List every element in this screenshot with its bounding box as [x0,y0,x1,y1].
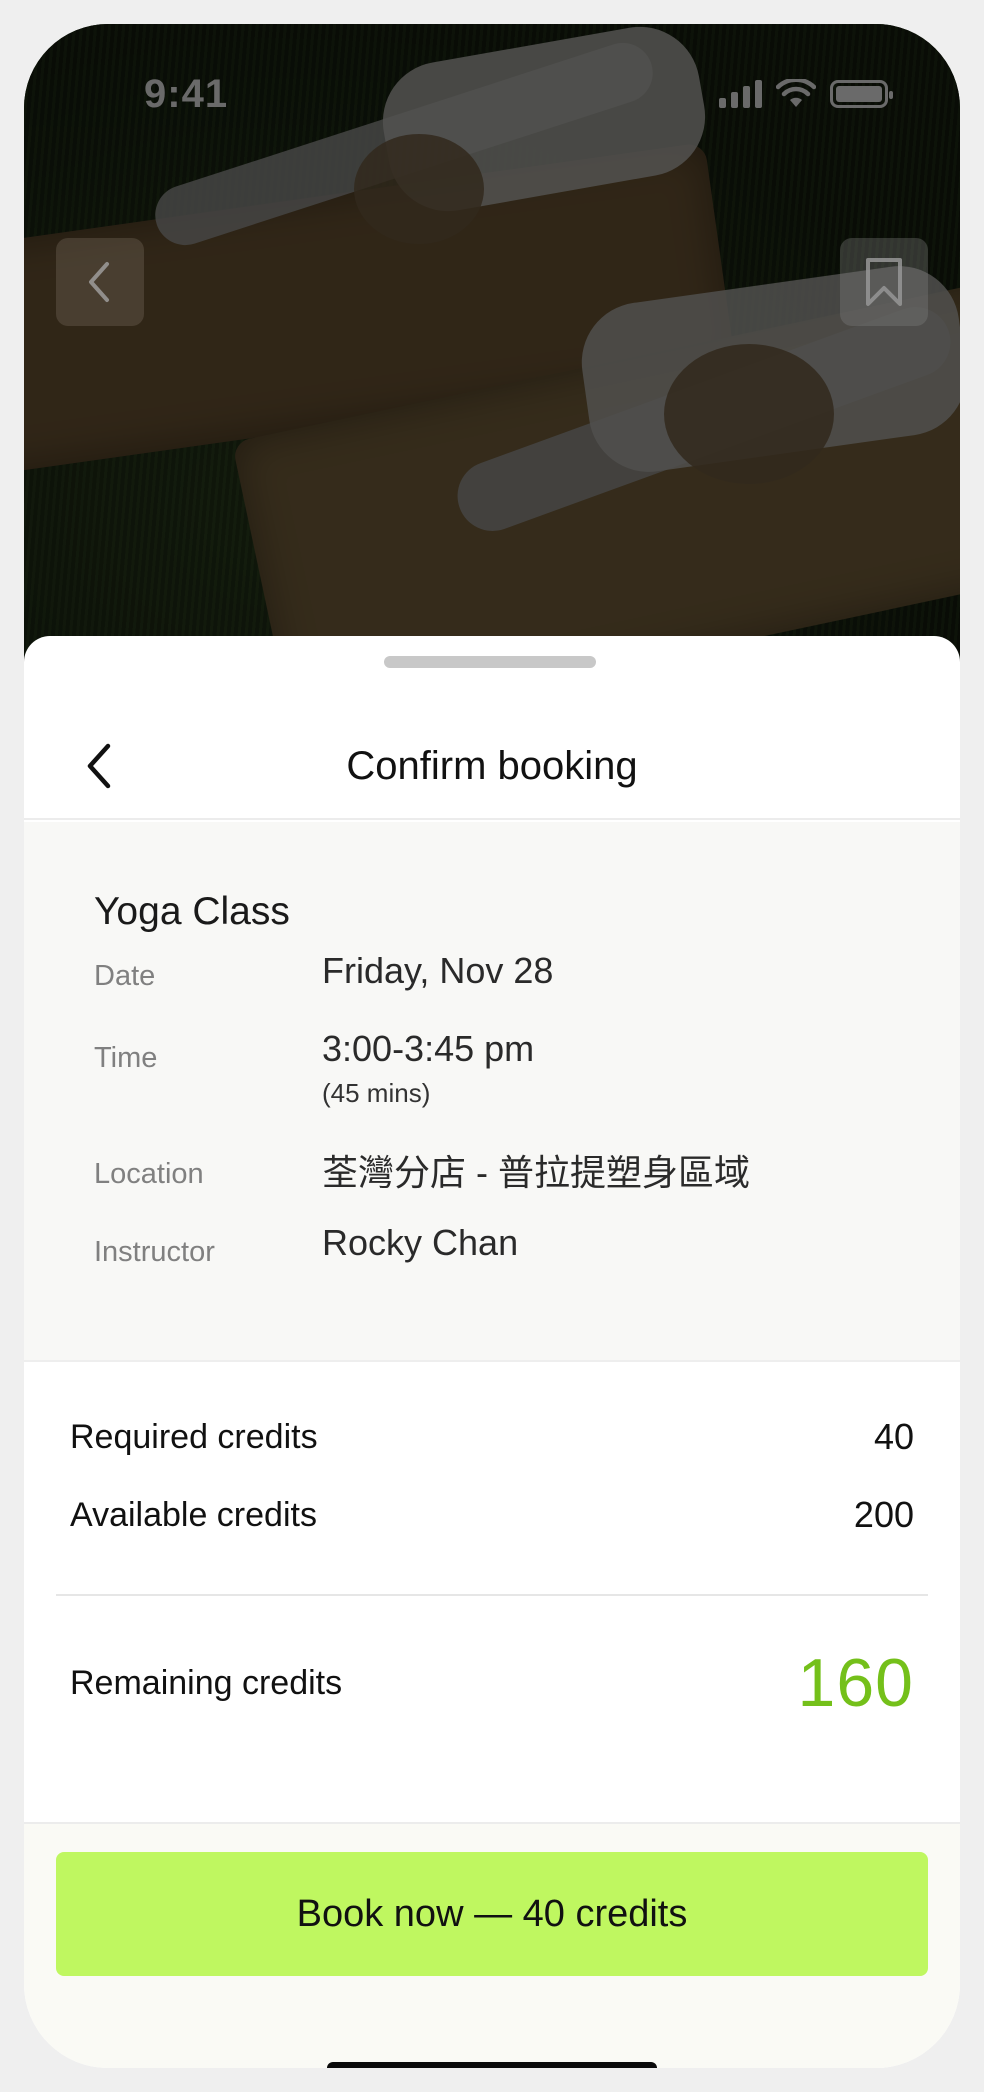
required-credits-value: 40 [873,1416,914,1457]
home-indicator[interactable] [327,2062,657,2068]
required-credits-label: Required credits [70,1417,318,1456]
phone-screen: 9:41 Confirm booking Yoga Class Date Fri… [24,24,960,2068]
available-credits-value: 200 [853,1494,914,1535]
hero-back-button[interactable] [56,238,144,326]
detail-label: Time [94,1042,158,1074]
wifi-icon [776,79,816,107]
remaining-credits-value: 160 [797,1645,914,1721]
class-name: Yoga Class [94,890,290,933]
detail-value: 3:00-3:45 pm [322,1028,535,1069]
battery-icon [830,80,893,108]
detail-label: Date [94,960,156,992]
book-now-button[interactable]: Book now — 40 credits [56,1852,928,1976]
sheet-header: Confirm booking [24,704,960,820]
divider [56,1594,928,1596]
status-time: 9:41 [144,71,229,116]
detail-value: Rocky Chan [322,1222,519,1263]
bookmark-icon [866,258,902,306]
required-credits-row: Required credits 40 [70,1416,914,1458]
remaining-credits-row: Remaining credits 160 [70,1644,914,1722]
detail-value: Friday, Nov 28 [322,950,554,991]
class-hero-photo: 9:41 [24,24,960,714]
remaining-credits-label: Remaining credits [70,1663,343,1702]
detail-label: Location [94,1158,204,1190]
chevron-left-icon [89,262,109,302]
status-bar: 9:41 [24,24,960,164]
device-frame: 9:41 Confirm booking Yoga Class Date Fri… [0,0,984,2092]
status-icons [719,79,893,109]
available-credits-label: Available credits [70,1495,317,1534]
cellular-signal-icon [719,80,762,108]
available-credits-row: Available credits 200 [70,1494,914,1536]
sheet-grabber[interactable] [384,656,596,668]
booking-footer: Book now — 40 credits [24,1822,960,2068]
bookmark-button[interactable] [840,238,928,326]
booking-sheet: Confirm booking Yoga Class Date Friday, … [24,636,960,2068]
detail-label: Instructor [94,1236,215,1268]
booking-details-card: Yoga Class Date Friday, Nov 28 Time 3:00… [24,822,960,1362]
detail-subvalue: (45 mins) [322,1078,431,1108]
page-title: Confirm booking [346,744,638,788]
detail-value: 荃灣分店 - 普拉提塑身區域 [322,1152,750,1193]
